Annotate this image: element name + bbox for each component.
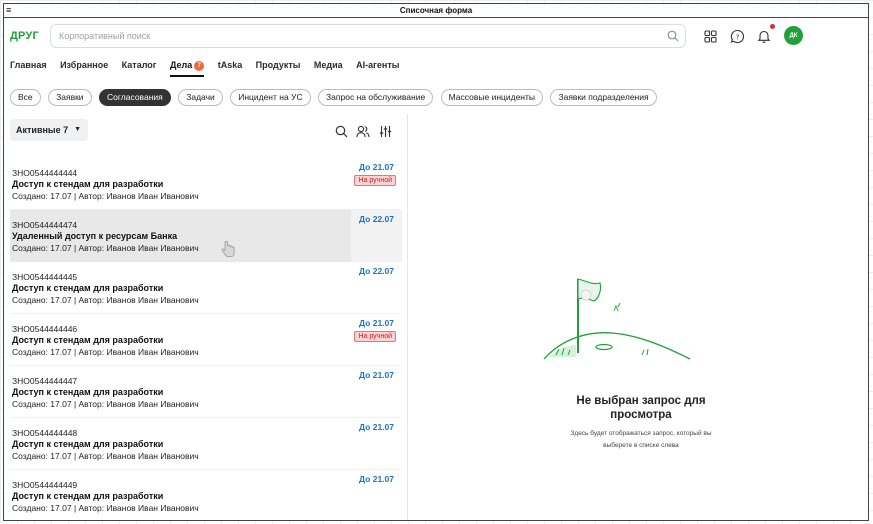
request-title: Доступ к стендам для разработки	[12, 439, 164, 449]
due-date: До 22.07	[359, 266, 394, 276]
request-meta: Создано: 17.07 | Автор: Иванов Иван Иван…	[12, 399, 199, 409]
window-title: Списочная форма	[399, 6, 473, 15]
request-meta: Создано: 17.07 | Автор: Иванов Иван Иван…	[12, 503, 199, 513]
due-date: До 21.07	[359, 370, 394, 380]
list-item[interactable]: ЗНО0544444474 Удаленный доступ к ресурса…	[10, 210, 402, 262]
nav-item-products[interactable]: Продукты	[256, 60, 301, 70]
nav-item-favorites[interactable]: Избранное	[60, 60, 108, 70]
nav-item-ai-agents[interactable]: AI-агенты	[356, 60, 399, 70]
bell-icon[interactable]	[754, 26, 774, 46]
users-icon[interactable]	[356, 124, 370, 138]
window-menu-icon[interactable]: ≡	[6, 4, 11, 16]
list-item[interactable]: ЗНО0544444447 Доступ к стендам для разра…	[10, 366, 400, 418]
search-icon[interactable]	[667, 30, 679, 42]
request-number: ЗНО0544444448	[12, 428, 78, 438]
active-filter-dropdown[interactable]: Активные 7 ▼	[10, 119, 88, 141]
chat-help-icon[interactable]: ?	[727, 26, 747, 46]
empty-state-panel: Не выбран запрос для просмотра Здесь буд…	[414, 114, 868, 520]
request-meta: Создано: 17.07 | Автор: Иванов Иван Иван…	[12, 451, 199, 461]
due-date: До 21.07	[359, 162, 394, 172]
active-filter-label: Активные 7	[16, 125, 69, 135]
golf-flag-illustration	[543, 278, 691, 360]
search-list-icon[interactable]	[334, 124, 348, 138]
window-titlebar: ≡ Списочная форма	[4, 4, 868, 18]
nav-item-catalog[interactable]: Каталог	[122, 60, 157, 70]
filter-settings-icon[interactable]	[378, 124, 392, 138]
due-date: До 21.07	[359, 318, 394, 328]
nav-item-tasks-label: Дела	[170, 60, 193, 70]
search-input[interactable]	[51, 25, 651, 47]
nav-item-home[interactable]: Главная	[10, 60, 47, 70]
empty-state-description: Здесь будет отображаться запрос, который…	[524, 428, 758, 452]
notification-dot	[770, 24, 775, 29]
request-list: ЗНО0544444444 Доступ к стендам для разра…	[10, 158, 402, 520]
nav-item-media[interactable]: Медиа	[314, 60, 343, 70]
hand-cursor-icon	[221, 240, 235, 257]
request-number: ЗНО0544444449	[12, 480, 78, 490]
list-item[interactable]: ЗНО0544444445 Доступ к стендам для разра…	[10, 262, 400, 314]
chevron-down-icon: ▼	[74, 126, 81, 133]
request-title: Доступ к стендам для разработки	[12, 283, 164, 293]
category-chips: Все Заявки Согласования Задачи Инцидент …	[10, 87, 660, 106]
request-title: Удаленный доступ к ресурсам Банка	[12, 231, 178, 241]
list-item[interactable]: ЗНО0544444448 Доступ к стендам для разра…	[10, 418, 400, 470]
list-item[interactable]: ЗНО0544444444 Доступ к стендам для разра…	[10, 158, 400, 210]
nav-item-taska[interactable]: tAska	[218, 60, 243, 70]
chip-department-requests[interactable]: Заявки подразделения	[550, 89, 657, 106]
empty-state-description-line2: выберете в списке слева	[603, 442, 679, 449]
chip-requests[interactable]: Заявки	[48, 89, 92, 106]
request-number: ЗНО0544444446	[12, 324, 78, 334]
empty-state-description-line1: Здесь будет отображаться запрос, который…	[570, 430, 712, 437]
request-meta: Создано: 17.07 | Автор: Иванов Иван Иван…	[12, 243, 199, 253]
main-nav: Главная Избранное Каталог Дела 7 tAska Пр…	[10, 55, 408, 77]
request-list-panel: Активные 7 ▼ ЗНО0544444444 Доступ к стен…	[4, 114, 408, 520]
empty-state-heading: Не выбран запрос для просмотра	[414, 394, 868, 422]
grid-icon[interactable]	[700, 26, 720, 46]
chip-service-request[interactable]: Запрос на обслуживание	[318, 89, 434, 106]
due-date: До 22.07	[359, 214, 394, 224]
chip-all[interactable]: Все	[10, 89, 41, 106]
request-title: Доступ к стендам для разработки	[12, 491, 164, 501]
request-number: ЗНО0544444445	[12, 272, 78, 282]
chip-tasks[interactable]: Задачи	[178, 89, 223, 106]
chip-incident[interactable]: Инцидент на УС	[230, 89, 311, 106]
list-item[interactable]: ЗНО0544444446 Доступ к стендам для разра…	[10, 314, 400, 366]
request-title: Доступ к стендам для разработки	[12, 387, 164, 397]
request-number: ЗНО0544444447	[12, 376, 78, 386]
svg-text:?: ?	[735, 33, 739, 41]
request-number: ЗНО0544444474	[12, 220, 78, 230]
status-badge: На ручной	[354, 175, 396, 186]
request-title: Доступ к стендам для разработки	[12, 335, 164, 345]
app-window: ≡ Списочная форма ДРУГ ? ДК Главная	[3, 3, 869, 521]
app-logo[interactable]: ДРУГ	[10, 30, 39, 42]
empty-state-heading-line1: Не выбран запрос для	[576, 395, 706, 407]
due-date: До 21.07	[359, 422, 394, 432]
top-bar: ДРУГ ? ДК	[4, 22, 868, 54]
tasks-count-badge: 7	[194, 61, 205, 71]
request-meta: Создано: 17.07 | Автор: Иванов Иван Иван…	[12, 347, 199, 357]
request-title: Доступ к стендам для разработки	[12, 179, 164, 189]
avatar[interactable]: ДК	[784, 26, 803, 45]
list-item[interactable]: ЗНО0544444449 Доступ к стендам для разра…	[10, 470, 400, 520]
search-box[interactable]	[50, 24, 686, 48]
empty-state-heading-line2: просмотра	[610, 409, 672, 421]
chip-mass-incidents[interactable]: Массовые инциденты	[440, 89, 544, 106]
chip-approvals[interactable]: Согласования	[99, 89, 171, 106]
request-meta: Создано: 17.07 | Автор: Иванов Иван Иван…	[12, 191, 199, 201]
due-date: До 21.07	[359, 474, 394, 484]
request-meta: Создано: 17.07 | Автор: Иванов Иван Иван…	[12, 295, 199, 305]
nav-item-tasks[interactable]: Дела 7	[170, 60, 205, 77]
request-number: ЗНО0544444444	[12, 168, 78, 178]
status-badge: На ручной	[354, 331, 396, 342]
